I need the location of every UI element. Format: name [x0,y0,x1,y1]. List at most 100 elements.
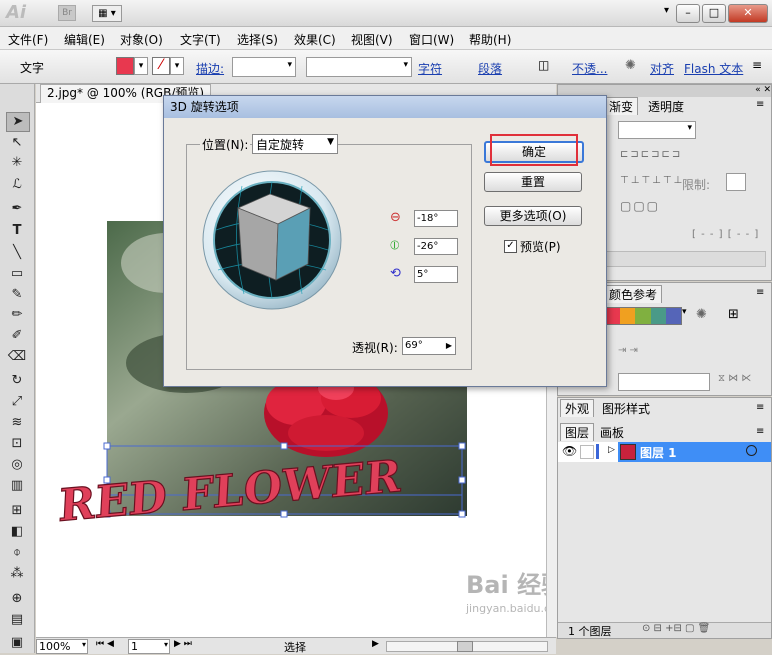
dialog-title-bar[interactable]: 3D 旋转选项 [164,96,606,118]
harmony-dropdown-icon[interactable]: ▾ [682,307,687,317]
menu-select[interactable]: 选择(S) [237,31,278,48]
control-menu-icon[interactable]: ≡ [752,58,762,72]
stroke-none-swatch[interactable]: ⁄ [152,57,170,75]
layer-target-icon[interactable] [746,445,757,456]
tab-artboards[interactable]: 画板 [600,424,624,441]
rotation-track-sphere[interactable] [202,170,342,310]
free-transform-icon[interactable]: ⊡ [6,435,28,453]
menu-help[interactable]: 帮助(H) [469,31,511,48]
align-link[interactable]: 对齐 [650,60,674,77]
distribute-buttons[interactable]: [ - - ] [ - - ] [692,229,759,240]
line-tool-icon[interactable]: ╲ [6,244,28,262]
harmony-swatch[interactable] [650,308,666,324]
color-guide-menu-icon[interactable]: ≡ [756,287,764,298]
magic-wand-icon[interactable]: ✳ [6,154,28,172]
lock-toggle[interactable] [580,445,594,459]
horizontal-scrollbar[interactable] [386,641,548,652]
fill-swatch[interactable] [116,57,134,75]
maximize-button[interactable]: □ [702,4,726,23]
harmony-swatches[interactable] [604,307,682,325]
harmony-swatch[interactable] [665,308,682,324]
scale-tool-icon[interactable]: ⤢ [6,393,28,411]
limit-field[interactable] [726,173,746,191]
menu-type[interactable]: 文字(T) [180,31,221,48]
warp-tool-icon[interactable]: ≋ [6,414,28,432]
perspective-slider-arrow[interactable]: ▶ [446,338,452,354]
tab-appearance[interactable]: 外观 [560,399,595,417]
mesh-tool-icon[interactable]: ⊞ [6,502,28,520]
gradient-tool-icon[interactable]: ◧ [6,523,28,541]
artboard-tool-icon[interactable]: ▤ [6,611,28,629]
arrange-documents-button[interactable]: ▦ ▾ [92,5,122,22]
scroll-thumb[interactable] [457,641,473,652]
font-field[interactable]: ▾ [306,57,412,77]
shape-builder-icon[interactable]: ◎ [6,456,28,474]
blob-brush-icon[interactable]: ✐ [6,327,28,345]
spacing-buttons[interactable]: ▢▢▢ [620,199,660,213]
flash-text-link[interactable]: Flash 文本 [684,60,743,77]
more-options-button[interactable]: 更多选项(O) [484,206,582,226]
zoom-field[interactable]: 100% ▾ [36,639,88,654]
fill-dropdown-icon[interactable]: ▾ [134,57,148,75]
opacity-link[interactable]: 不透... [572,60,607,77]
menu-object[interactable]: 对象(O) [120,31,163,48]
layer-action-icons[interactable]: ⊙ ⊟ +⊟ ▢ 🗑 [642,623,710,634]
tracking-field[interactable]: ▾ [618,121,696,139]
panel-menu-icon[interactable]: ≡ [756,99,764,110]
align-buttons-row2[interactable]: ⊤⊥⊤⊥⊤⊥ [620,175,684,186]
minimize-button[interactable]: – [676,4,700,23]
visibility-eye-icon[interactable]: 👁 [562,444,577,458]
position-dropdown[interactable]: 自定旋转 ▼ [252,134,338,154]
lasso-icon[interactable]: ℒ [6,176,28,194]
brush-icon[interactable]: ◫ [538,58,554,73]
selection-tool-icon[interactable]: ➤ [6,112,30,132]
menu-window[interactable]: 窗口(W) [409,31,454,48]
preview-checkbox[interactable]: ✓ [504,240,517,253]
perspective-field[interactable]: 69° ▶ [402,337,456,355]
blend-tool-icon[interactable]: ⁂ [6,565,28,583]
tab-graphic-styles[interactable]: 图形样式 [602,400,650,417]
rectangle-tool-icon[interactable]: ▭ [6,265,28,283]
type-tool-icon[interactable]: T [6,222,28,240]
menu-effect[interactable]: 效果(C) [294,31,336,48]
z-rotation-field[interactable]: 5° [414,266,458,283]
expand-layer-icon[interactable]: ▷ [608,445,615,455]
graph-tool-icon[interactable]: ▥ [6,477,28,495]
pen-tool-icon[interactable]: ✒ [6,200,28,218]
harmony-swatch[interactable] [620,308,636,324]
menu-edit[interactable]: 编辑(E) [64,31,105,48]
layers-menu-icon[interactable]: ≡ [756,426,764,437]
arrow-buttons[interactable]: ⇥ ⇥ [618,345,638,356]
layer-row[interactable]: 👁 ▷ 图层 1 [558,442,771,462]
screen-mode-icon[interactable]: ▣ [6,634,28,652]
edit-colors-icon[interactable]: ✺ [696,307,707,322]
eyedropper-icon[interactable]: ⌽ [6,544,28,562]
y-rotation-field[interactable]: -26° [414,238,458,255]
appearance-menu-icon[interactable]: ≡ [756,402,764,413]
x-rotation-field[interactable]: -18° [414,210,458,227]
harmony-swatch[interactable] [635,308,651,324]
close-button[interactable]: ✕ [728,4,768,23]
menu-file[interactable]: 文件(F) [8,31,48,48]
bridge-button[interactable]: Br [58,5,76,21]
panel-bottom-buttons[interactable] [604,251,766,267]
status-menu-arrow[interactable]: ▶ [372,639,379,649]
tab-layers[interactable]: 图层 [560,423,595,441]
paragraph-link[interactable]: 段落 [478,60,502,77]
harmony-swatch[interactable] [605,308,621,324]
rotate-tool-icon[interactable]: ↻ [6,372,28,390]
reset-button[interactable]: 重置 [484,172,582,192]
direct-selection-tool-icon[interactable]: ↖ [6,134,28,152]
next-artboard-icon[interactable]: ▶ ⏭ [174,639,192,649]
layer-highlight[interactable]: 图层 1 [618,442,771,462]
tab-gradient[interactable]: 渐变 [604,97,639,115]
stroke-weight-field[interactable]: ▾ [232,57,296,77]
align-buttons-row1[interactable]: ⊏⊐⊏⊐⊏⊐ [620,149,682,160]
symbol-sprayer-icon[interactable]: ⊕ [6,590,28,608]
save-group-icon[interactable]: ⊞ [728,307,739,322]
workspace-dropdown-icon[interactable]: ▾ [664,5,669,16]
character-link[interactable]: 字符 [418,60,442,77]
menu-view[interactable]: 视图(V) [351,31,393,48]
stroke-link[interactable]: 描边: [196,60,224,77]
pencil-icon[interactable]: ✏ [6,306,28,324]
